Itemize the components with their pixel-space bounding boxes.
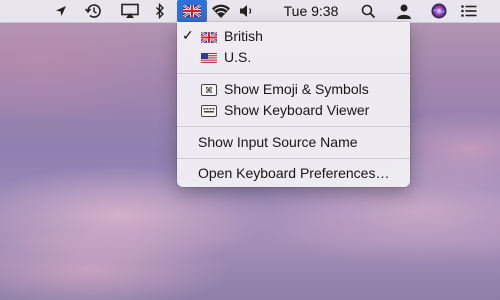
notification-center-icon[interactable] <box>458 0 480 22</box>
location-arrow-icon[interactable] <box>52 0 70 22</box>
menu-item-british[interactable]: ✓ British <box>177 26 410 46</box>
input-source-menu: ✓ British U.S. ⌘ Show Emoji & Symbols Sh… <box>177 22 410 187</box>
emoji-symbols-icon: ⌘ <box>201 83 217 99</box>
menu-bar: Tue 9:38 <box>0 0 500 23</box>
menu-separator <box>177 73 410 74</box>
volume-icon[interactable] <box>237 0 257 22</box>
user-icon[interactable] <box>394 0 414 22</box>
keyboard-viewer-icon <box>201 104 217 120</box>
menu-separator <box>177 158 410 159</box>
menu-item-us[interactable]: U.S. <box>177 47 410 67</box>
menu-item-label: British <box>224 28 263 44</box>
wifi-icon[interactable] <box>210 0 232 22</box>
checkmark-icon: ✓ <box>182 27 194 43</box>
airplay-icon[interactable] <box>119 0 141 22</box>
menu-separator <box>177 126 410 127</box>
menu-item-open-keyboard-preferences[interactable]: Open Keyboard Preferences… <box>177 163 410 183</box>
bluetooth-icon[interactable] <box>151 0 169 22</box>
menu-item-label: U.S. <box>224 49 252 65</box>
menu-item-show-emoji-symbols[interactable]: ⌘ Show Emoji & Symbols <box>177 79 410 99</box>
menu-item-label: Show Input Source Name <box>198 134 358 150</box>
menu-item-label: Show Keyboard Viewer <box>224 102 370 118</box>
svg-text:⌘: ⌘ <box>205 86 213 95</box>
menu-item-label: Show Emoji & Symbols <box>224 81 369 97</box>
time-machine-icon[interactable] <box>82 0 104 22</box>
uk-flag-icon <box>200 30 218 46</box>
menubar-clock[interactable]: Tue 9:38 <box>276 0 346 22</box>
siri-icon[interactable] <box>428 0 450 22</box>
menu-item-show-keyboard-viewer[interactable]: Show Keyboard Viewer <box>177 100 410 120</box>
input-source-flag-icon[interactable] <box>177 0 207 22</box>
us-flag-icon <box>201 51 217 67</box>
spotlight-search-icon[interactable] <box>358 0 378 22</box>
menu-item-label: Open Keyboard Preferences… <box>198 165 390 181</box>
menu-item-show-input-source-name[interactable]: Show Input Source Name <box>177 132 410 152</box>
